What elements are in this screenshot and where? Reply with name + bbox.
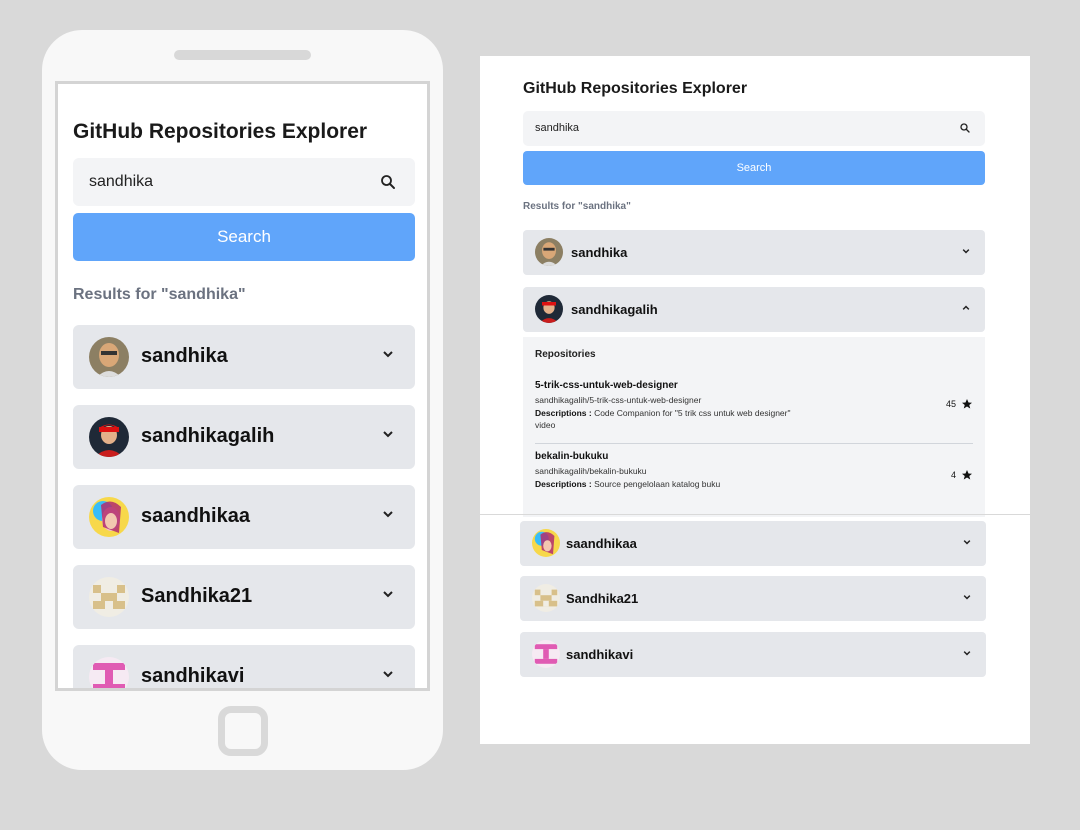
avatar	[535, 238, 563, 266]
chevron-down-icon[interactable]	[381, 667, 395, 681]
phone-speaker	[174, 50, 311, 60]
user-card[interactable]: Sandhika21	[73, 565, 415, 629]
chevron-down-icon[interactable]	[381, 427, 395, 441]
search-button[interactable]: Search	[73, 213, 415, 261]
page-title: GitHub Repositories Explorer	[73, 120, 368, 143]
user-name: Sandhika21	[566, 591, 639, 606]
results-label: Results for "sandhika"	[73, 286, 246, 303]
phone-mockup: GitHub Repositories Explorer sandhika Se…	[42, 30, 443, 770]
avatar	[89, 657, 129, 688]
repositories-panel: Repositories 5-trik-css-untuk-web-design…	[523, 337, 985, 517]
user-name: sandhikavi	[141, 665, 245, 687]
user-card[interactable]: sandhikavi	[520, 632, 986, 677]
user-card[interactable]: sandhikagalih	[73, 405, 415, 469]
avatar	[89, 417, 129, 457]
search-button[interactable]: Search	[523, 151, 985, 185]
user-card[interactable]: Sandhika21	[520, 576, 986, 621]
avatar	[532, 640, 560, 668]
search-input-value: sandhika	[535, 122, 580, 134]
user-name: sandhika	[571, 245, 628, 260]
repo-name: bekalin-bukuku	[535, 451, 609, 462]
star-icon	[962, 470, 972, 480]
results-label: Results for "sandhika"	[523, 201, 631, 212]
avatar	[89, 337, 129, 377]
avatar	[89, 577, 129, 617]
user-card[interactable]: sandhikavi	[73, 645, 415, 688]
phone-home-button	[218, 706, 268, 756]
repo-description-label: Descriptions :	[535, 408, 592, 418]
page-title: GitHub Repositories Explorer	[523, 80, 748, 97]
user-card[interactable]: sandhika	[73, 325, 415, 389]
divider	[480, 514, 1030, 515]
user-card[interactable]: saandhikaa	[520, 521, 986, 566]
repo-description: Descriptions : Code Companion for "5 tri…	[535, 407, 795, 431]
user-name: sandhikagalih	[141, 425, 275, 447]
repo-full-name: sandhikagalih/5-trik-css-untuk-web-desig…	[535, 395, 702, 405]
avatar	[535, 295, 563, 323]
user-card-expanded[interactable]: sandhikagalih	[523, 287, 985, 332]
avatar	[89, 497, 129, 537]
chevron-down-icon[interactable]	[381, 587, 395, 601]
repo-item[interactable]: bekalin-bukuku sandhikagalih/bekalin-buk…	[535, 451, 973, 515]
repo-description-label: Descriptions :	[535, 479, 592, 489]
repo-stars: 4	[951, 469, 973, 481]
repo-description-text: Source pengelolaan katalog buku	[594, 479, 721, 489]
repo-full-name: sandhikagalih/bekalin-bukuku	[535, 466, 647, 476]
search-icon[interactable]	[959, 122, 971, 134]
chevron-down-icon[interactable]	[381, 507, 395, 521]
phone-screen: GitHub Repositories Explorer sandhika Se…	[55, 81, 430, 691]
repositories-heading: Repositories	[535, 349, 596, 360]
user-name: saandhikaa	[566, 536, 637, 551]
desktop-view: GitHub Repositories Explorer sandhika Se…	[480, 56, 1030, 744]
repo-name: 5-trik-css-untuk-web-designer	[535, 380, 678, 391]
chevron-down-icon[interactable]	[381, 347, 395, 361]
repo-stars: 45	[946, 398, 973, 410]
repo-description: Descriptions : Source pengelolaan katalo…	[535, 478, 735, 490]
star-count: 4	[950, 470, 956, 480]
user-card[interactable]: saandhikaa	[73, 485, 415, 549]
user-name: saandhikaa	[141, 505, 250, 527]
search-input-value: sandhika	[89, 173, 154, 190]
star-count: 45	[945, 399, 956, 409]
search-input[interactable]: sandhika	[523, 111, 985, 146]
chevron-down-icon[interactable]	[962, 648, 972, 658]
user-name: sandhika	[141, 345, 228, 367]
user-card[interactable]: sandhika	[523, 230, 985, 275]
user-name: Sandhika21	[141, 585, 253, 607]
search-input[interactable]: sandhika	[73, 158, 415, 206]
star-icon	[962, 399, 972, 409]
avatar	[532, 584, 560, 612]
search-icon[interactable]	[379, 173, 397, 191]
chevron-down-icon[interactable]	[962, 592, 972, 602]
user-name: sandhikagalih	[571, 302, 658, 317]
user-name: sandhikavi	[566, 647, 634, 662]
chevron-down-icon[interactable]	[962, 537, 972, 547]
chevron-up-icon[interactable]	[961, 303, 971, 313]
repo-item[interactable]: 5-trik-css-untuk-web-designer sandhikaga…	[535, 380, 973, 444]
chevron-down-icon[interactable]	[961, 246, 971, 256]
avatar	[532, 529, 560, 557]
